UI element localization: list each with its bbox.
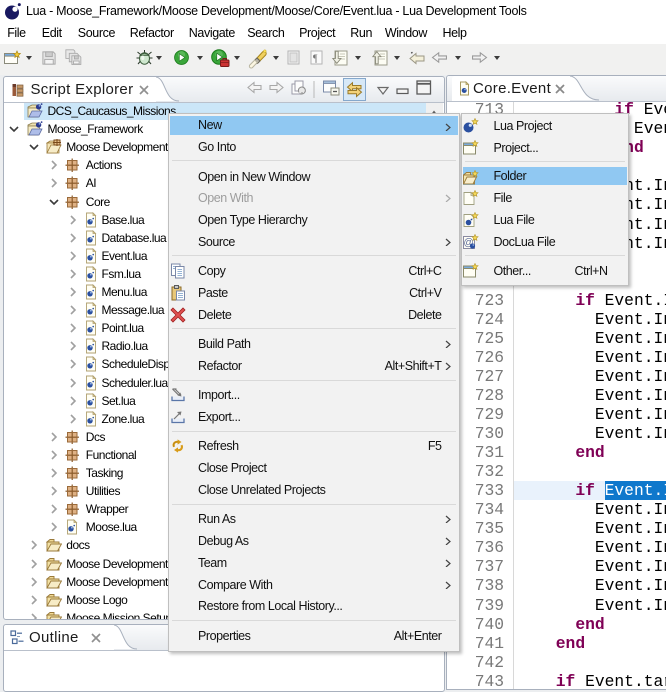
svg-text:¶: ¶ <box>313 54 318 65</box>
